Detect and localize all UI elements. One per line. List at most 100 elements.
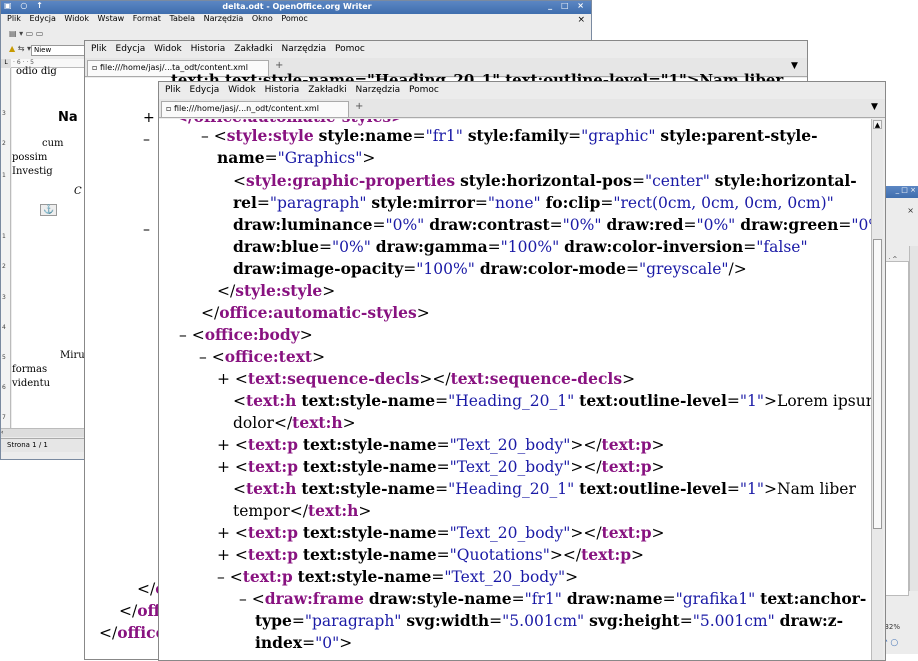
expand-marker[interactable]: + (217, 458, 235, 476)
anchor-icon[interactable]: ⚓ (40, 204, 58, 216)
xml-line: name="Graphics"> (217, 148, 376, 167)
doc-text: C (74, 186, 82, 197)
menu-format[interactable]: Format (133, 14, 161, 23)
expand-marker[interactable]: + (217, 370, 235, 388)
menu-historia[interactable]: Historia (265, 85, 300, 95)
page-icon: ▫ (92, 63, 98, 72)
new-tab-icon[interactable]: + (355, 101, 371, 115)
menu-plik[interactable]: Plik (91, 44, 107, 54)
ruler-mark: 2 (2, 140, 6, 147)
ruler-mark: 1 (2, 233, 6, 240)
closing-tag: </office (99, 623, 166, 642)
close-document-icon[interactable]: × (577, 15, 585, 25)
expand-marker[interactable]: + (143, 110, 155, 126)
menu-tabela[interactable]: Tabela (169, 14, 195, 23)
expand-marker[interactable]: + (217, 524, 235, 542)
xml-line: dolor</text:h> (233, 413, 356, 432)
menu-narzedzia[interactable]: Narzędzia (355, 85, 400, 95)
style-list-arrow-icon[interactable]: ⇆ ▾ (18, 44, 31, 53)
menu-widok[interactable]: Widok (64, 14, 89, 23)
ff1-menubar: Plik Edycja Widok Historia Zakładki Narz… (85, 41, 807, 57)
xml-line: </style:style> (217, 281, 336, 300)
styles-icon[interactable]: ▲ (9, 44, 15, 53)
doc-text: odio dig (16, 66, 57, 77)
menu-zakladki[interactable]: Zakładki (234, 44, 272, 54)
window-controls[interactable]: _ □ × (548, 1, 587, 10)
xml-line: + <text:sequence-decls></text:sequence-d… (217, 369, 636, 388)
collapse-marker[interactable]: – (143, 222, 150, 238)
firefox-window-front: Plik Edycja Widok Historia Zakładki Narz… (158, 81, 886, 661)
document-page[interactable]: odio dig Na cum possim Investig C ⚓ Miru… (12, 66, 86, 434)
menu-narzedzia[interactable]: Narzędzia (281, 44, 326, 54)
menu-pomoc[interactable]: Pomoc (409, 85, 439, 95)
menu-okno[interactable]: Okno (252, 14, 273, 23)
menu-widok[interactable]: Widok (154, 44, 182, 54)
scroll-up-icon[interactable]: ▲ (873, 120, 882, 129)
doc-text: possim (12, 152, 48, 163)
collapse-marker[interactable]: – (143, 132, 150, 148)
collapse-marker[interactable]: – (201, 127, 214, 145)
save-icon[interactable]: ▭ (36, 29, 44, 38)
menu-zakladki[interactable]: Zakładki (308, 85, 346, 95)
xml-line: <style:graphic-properties style:horizont… (233, 171, 857, 190)
scrollbar-thumb[interactable] (873, 239, 882, 529)
ff2-menubar: Plik Edycja Widok Historia Zakładki Narz… (159, 82, 885, 98)
menu-widok[interactable]: Widok (228, 85, 256, 95)
close-icon[interactable]: × (907, 206, 914, 215)
ruler-mark: 6 (2, 384, 6, 391)
xml-line: + <text:p text:style-name="Text_20_body"… (217, 523, 665, 542)
menu-historia[interactable]: Historia (191, 44, 226, 54)
menu-edycja[interactable]: Edycja (29, 14, 55, 23)
doc-text: formas (12, 364, 48, 375)
xml-line: type="paragraph" svg:width="5.001cm" svg… (255, 611, 844, 630)
xml-line: – <office:text> (199, 347, 326, 366)
tab-list-icon[interactable]: ▼ (871, 102, 878, 112)
collapse-marker[interactable]: – (179, 326, 192, 344)
menu-edycja[interactable]: Edycja (190, 85, 220, 95)
ruler-mark: 1 (2, 172, 6, 179)
xml-line: – <office:body> (179, 325, 313, 344)
new-document-icon[interactable]: ▤ ▾ (9, 29, 23, 38)
vertical-ruler[interactable]: 3 2 1 1 2 3 4 5 6 7 (1, 68, 11, 434)
collapse-marker[interactable]: – (217, 568, 230, 586)
xml-line: – <text:p text:style-name="Text_20_body"… (217, 567, 579, 586)
scroll-left-icon[interactable]: ‹ (1, 429, 3, 436)
open-icon[interactable]: ▭ (26, 29, 34, 38)
menu-pomoc[interactable]: Pomoc (335, 44, 365, 54)
xml-viewer[interactable]: </office:automatic-styles> – <style:styl… (159, 119, 871, 660)
tab-list-icon[interactable]: ▼ (791, 61, 798, 71)
tab-content-xml[interactable]: ▫ file:///home/jasj/...n_odt/content.xml (161, 101, 349, 117)
doc-text: cum (42, 138, 64, 149)
xml-line: draw:image-opacity="100%" draw:color-mod… (233, 259, 747, 278)
ruler-mark: 3 (2, 294, 6, 301)
xml-line: + <text:p text:style-name="Text_20_body"… (217, 457, 665, 476)
ruler-mark: 2 (2, 263, 6, 270)
menu-plik[interactable]: Plik (165, 85, 181, 95)
vertical-scrollbar[interactable]: ▲ (871, 119, 883, 660)
menu-pomoc[interactable]: Pomoc (281, 14, 308, 23)
background-scrollbar[interactable] (909, 246, 918, 591)
ruler-tab-icon[interactable]: L (1, 59, 11, 68)
expand-marker[interactable]: + (217, 546, 235, 564)
menu-wstaw[interactable]: Wstaw (98, 14, 125, 23)
collapse-marker[interactable]: – (239, 590, 252, 608)
xml-line: <text:h text:style-name="Heading_20_1" t… (233, 479, 856, 498)
menu-plik[interactable]: Plik (7, 14, 21, 23)
writer-menubar: Plik Edycja Widok Wstaw Format Tabela Na… (1, 14, 591, 28)
writer-titlebar[interactable]: ▣ ○ ↑ delta.odt - OpenOffice.org Writer … (1, 1, 591, 14)
page-indicator: Strona 1 / 1 (7, 441, 48, 449)
xml-line: rel="paragraph" style:mirror="none" fo:c… (233, 193, 834, 212)
xml-line: draw:luminance="0%" draw:contrast="0%" d… (233, 215, 871, 234)
horizontal-scrollbar[interactable]: ‹ (1, 428, 89, 437)
writer-title: delta.odt - OpenOffice.org Writer (222, 2, 372, 11)
expand-marker[interactable]: + (217, 436, 235, 454)
menu-narzedzia[interactable]: Narzędzia (204, 14, 244, 23)
tab-title: file:///home/jasj/...n_odt/content.xml (173, 104, 319, 113)
doc-text: Investig (12, 166, 53, 177)
menu-edycja[interactable]: Edycja (116, 44, 146, 54)
collapse-marker[interactable]: – (199, 348, 212, 366)
doc-text: videntu (12, 378, 51, 389)
paragraph-style-select[interactable]: Niew (31, 45, 89, 56)
xml-line: <text:h text:style-name="Heading_20_1" t… (233, 391, 871, 410)
ff2-tabbar: ▫ file:///home/jasj/...n_odt/content.xml… (159, 99, 885, 118)
